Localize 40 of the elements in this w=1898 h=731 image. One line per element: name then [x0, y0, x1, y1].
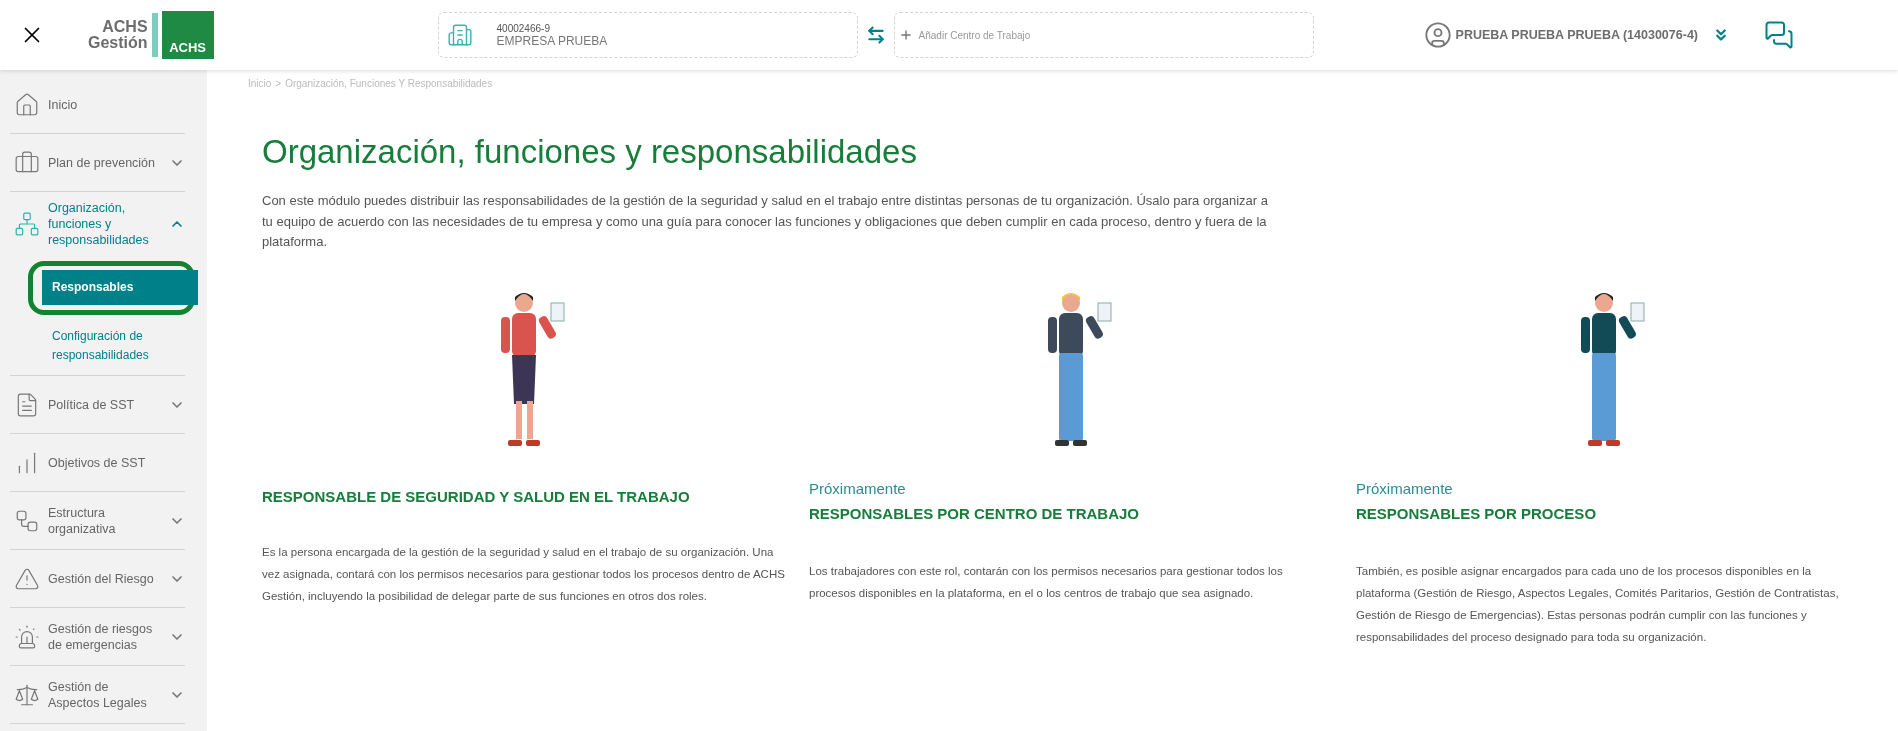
card-text: Los trabajadores con este rol, contarán con los permisos necesarios para gestionar todos los procesos disponibles en la plataforma, en el o los centros de trabajo que sea asignado.: [809, 563, 1284, 601]
add-center-field[interactable]: Añadir Centro de Trabajo: [893, 12, 1314, 58]
sidebar-item[interactable]: Inicio: [10, 84, 185, 125]
submenu-item[interactable]: Configuración de responsabilidades: [42, 319, 198, 365]
submenu-item[interactable]: Responsables: [42, 270, 198, 305]
sidebar-item[interactable]: Gestión de riesgos de emergencias: [10, 616, 185, 657]
page-title: Organización, funciones y responsabilidades: [262, 133, 918, 171]
logo-text: ACHS Gestión: [88, 19, 148, 51]
add-center-placeholder: Añadir Centro de Trabajo: [918, 29, 1031, 41]
building-icon: [446, 22, 473, 48]
card-text: Es la persona encargada de la gestión de la seguridad y salud en el trabajo de su organización. Una vez asignada, contará con los permisos necesarios para gestionar todos los procesos dentro de ACHS Gestión, incluyendo la posibilidad de delegar parte de sus funciones en otros dos roles.: [262, 544, 785, 604]
status-label: Próximamente: [809, 479, 907, 497]
sidebar-item[interactable]: Plan de prevención: [10, 142, 185, 183]
card-title: RESPONSABLES POR PROCESO: [1356, 504, 1598, 522]
status-label: Próximamente: [1356, 479, 1454, 497]
company-name: EMPRESA PRUEBA: [496, 33, 608, 48]
house-icon: [14, 91, 40, 118]
sidebar-item[interactable]: Organización, funciones y responsabilidades: [10, 200, 185, 248]
swap-icon: [865, 25, 886, 45]
sidebar-item[interactable]: Gestión de Aspectos Legales: [10, 674, 185, 715]
logo-bar: [151, 13, 158, 57]
plus-icon: [898, 28, 913, 42]
user-icon: [1423, 21, 1452, 49]
sidebar-item[interactable]: Objetivos de SST: [10, 442, 185, 483]
siren-icon: [14, 623, 40, 650]
page-description: Con este módulo puedes distribuir las responsabilidades de la gestión de la seguridad y salud en el trabajo entre distintas personas de tu organización. Úsalo para organizar a tu equipo de acuerdo con las necesidades de tu empresa y como una guía para conocer las funciones y obligaciones que deben cumplir en cada proceso, dentro y fuera de la plataforma.: [262, 192, 1269, 251]
card-title: RESPONSABLES POR CENTRO DE TRABAJO: [809, 504, 1141, 522]
help-chat-button[interactable]: [1764, 20, 1794, 50]
sidebar-item[interactable]: Gestión del Riesgo: [10, 558, 185, 599]
company-selector[interactable]: 40002466-9 EMPRESA PRUEBA: [437, 12, 858, 58]
user-menu[interactable]: PRUEBA PRUEBA PRUEBA (14030076-4): [1423, 21, 1698, 49]
breadcrumb-separator: >: [275, 78, 282, 89]
card-title: RESPONSABLE DE SEGURIDAD Y SALUD EN EL TRABAJO: [262, 487, 691, 505]
logo-badge: ACHS: [161, 11, 214, 59]
sidebar-item[interactable]: Estructura organizativa: [10, 500, 185, 541]
company-id: 40002466-9: [496, 22, 551, 34]
card-text: También, es posible asignar encargados para cada uno de los procesos disponibles en la plataforma (Gestión de Riesgo, Aspectos Legales, Comités Paritarios, Gestión de Contratistas, Gestión de Riesgo de Emergencias). Estas personas podrán cumplir con las funciones y responsabilidades del proceso designado para toda su organización.: [1356, 563, 1840, 645]
sidebar-item[interactable]: Política de SST: [10, 384, 185, 425]
chat-icon: [1764, 20, 1794, 50]
network-icon: [14, 211, 40, 237]
